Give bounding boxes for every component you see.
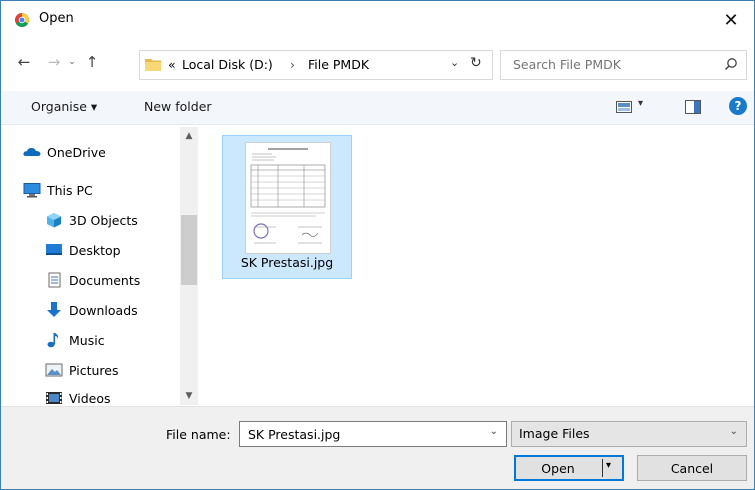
sidebar-item-3d-objects[interactable]: 3D Objects [45, 209, 138, 231]
chrome-icon [15, 13, 29, 27]
scroll-up-button[interactable]: ▲ [180, 127, 198, 145]
forward-button[interactable]: → [43, 51, 65, 73]
title-bar: Open ✕ [1, 1, 754, 39]
open-button-label: Open [541, 461, 575, 476]
downloads-icon [45, 302, 63, 318]
split-separator [602, 459, 603, 477]
document-preview-icon [246, 143, 330, 253]
videos-icon [45, 390, 63, 405]
cancel-button[interactable]: Cancel [637, 455, 747, 481]
dialog-footer: File name: ⌄ Image Files ⌄ Open ▾ Cancel [1, 406, 754, 489]
documents-icon [45, 272, 63, 288]
sidebar-item-onedrive[interactable]: OneDrive [23, 141, 106, 163]
sidebar-item-label: This PC [47, 182, 93, 198]
search-icon[interactable] [724, 57, 738, 71]
address-dropdown-button[interactable]: ⌄ [450, 56, 459, 69]
open-dialog: Open ✕ ← → ⌄ ↑ « Local Disk (D:) › File … [0, 0, 755, 490]
sidebar-item-label: Desktop [69, 242, 121, 258]
navigation-scrollbar[interactable]: ▲ ▼ [180, 127, 198, 405]
window-title: Open [39, 11, 74, 26]
sidebar-item-label: 3D Objects [69, 212, 138, 228]
open-options-dropdown[interactable]: ▾ [606, 460, 611, 471]
scroll-thumb[interactable] [181, 215, 197, 285]
sidebar-item-label: Music [69, 332, 105, 348]
recent-locations-button[interactable]: ⌄ [65, 51, 79, 73]
file-name-field[interactable] [246, 426, 475, 443]
help-button[interactable]: ? [729, 97, 747, 115]
close-button[interactable]: ✕ [708, 1, 754, 39]
3d-objects-icon [45, 212, 63, 228]
sidebar-item-this-pc[interactable]: This PC [23, 179, 93, 201]
back-button[interactable]: ← [13, 51, 35, 73]
music-icon [45, 332, 63, 348]
cancel-button-label: Cancel [670, 461, 714, 476]
file-list: SK Prestasi.jpg [206, 125, 754, 405]
sidebar-item-documents[interactable]: Documents [45, 269, 140, 291]
file-name-label: SK Prestasi.jpg [240, 255, 334, 270]
address-bar[interactable]: « Local Disk (D:) › File PMDK ⌄ ↻ [139, 50, 493, 80]
sidebar-item-label: Documents [69, 272, 141, 288]
breadcrumb-local-disk[interactable]: Local Disk (D:) [182, 57, 273, 72]
breadcrumb-separator[interactable]: › [290, 57, 295, 72]
sidebar-item-label: Videos [69, 390, 111, 406]
open-button[interactable]: Open ▾ [514, 455, 624, 481]
up-button[interactable]: ↑ [81, 51, 103, 73]
file-name-label: File name: [166, 427, 231, 442]
sidebar-item-pictures[interactable]: Pictures [45, 359, 119, 381]
sidebar-item-videos[interactable]: Videos [45, 387, 111, 405]
search-input[interactable] [511, 56, 715, 73]
preview-pane-icon[interactable] [685, 100, 701, 114]
desktop-icon [45, 242, 63, 258]
onedrive-icon [23, 144, 41, 160]
file-name-combobox[interactable]: ⌄ [239, 421, 507, 447]
file-item-sk-prestasi[interactable]: SK Prestasi.jpg [222, 135, 352, 279]
file-type-select[interactable]: Image Files ⌄ [511, 421, 747, 447]
folder-icon [145, 59, 161, 71]
sidebar-item-label: Downloads [69, 302, 138, 318]
refresh-button[interactable]: ↻ [470, 55, 482, 71]
view-dropdown-button[interactable]: ▾ [638, 98, 643, 109]
file-name-dropdown-button[interactable]: ⌄ [490, 426, 498, 437]
scroll-down-button[interactable]: ▼ [180, 387, 198, 405]
pictures-icon [45, 362, 63, 378]
sidebar-item-label: Pictures [69, 362, 119, 378]
pc-icon [23, 182, 41, 198]
image-thumbnail [245, 142, 331, 254]
change-view-icon[interactable] [616, 100, 632, 114]
organise-menu[interactable]: Organise ▾ [31, 99, 97, 114]
search-box[interactable] [500, 50, 747, 80]
new-folder-button[interactable]: New folder [144, 99, 212, 114]
breadcrumb-overflow[interactable]: « [168, 57, 176, 72]
navigation-pane: OneDrive This PC 3D Objects Desktop Docu… [1, 125, 199, 405]
sidebar-item-music[interactable]: Music [45, 329, 105, 351]
chevron-down-icon: ⌄ [729, 426, 738, 437]
file-type-value: Image Files [519, 426, 590, 441]
sidebar-item-downloads[interactable]: Downloads [45, 299, 138, 321]
breadcrumb-file-pmdk[interactable]: File PMDK [308, 57, 369, 72]
command-toolbar: Organise ▾ New folder ▾ ? [1, 91, 754, 125]
sidebar-item-desktop[interactable]: Desktop [45, 239, 121, 261]
sidebar-item-label: OneDrive [47, 144, 106, 160]
